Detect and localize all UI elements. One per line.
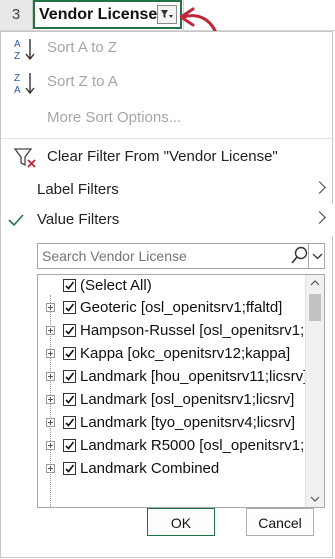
list-item-label: Landmark R5000 [osl_openitsrv1;lc bbox=[80, 437, 316, 454]
vendor-license-cell[interactable]: Vendor License bbox=[33, 0, 182, 29]
expand-icon[interactable] bbox=[46, 441, 55, 450]
list-item-label: Kappa [okc_openitsrv12;kappa] bbox=[80, 345, 291, 362]
expand-icon[interactable] bbox=[46, 464, 55, 473]
list-item[interactable]: Landmark [osl_openitsrv1;licsrv] bbox=[38, 389, 306, 412]
list-item-label: Landmark [osl_openitsrv1;licsrv] bbox=[80, 391, 295, 408]
clear-filter-item[interactable]: Clear Filter From "Vendor License" bbox=[1, 141, 334, 173]
list-item[interactable]: Geoteric [osl_openitsrv1;ffaltd] bbox=[38, 297, 306, 320]
menu-separator bbox=[1, 138, 334, 139]
row-number: 3 bbox=[0, 0, 33, 30]
sort-descending-icon: Z A bbox=[14, 73, 35, 96]
chevron-down-icon bbox=[312, 253, 323, 260]
chevron-right-icon bbox=[313, 181, 326, 194]
label-filters-label: Label Filters bbox=[37, 181, 119, 198]
expand-icon[interactable] bbox=[46, 326, 55, 335]
scrollbar-thumb[interactable] bbox=[309, 294, 321, 321]
sort-ascending-icon: A Z bbox=[14, 39, 35, 62]
chevron-right-icon bbox=[313, 211, 326, 224]
svg-text:A: A bbox=[14, 85, 21, 96]
filter-menu: A Z Sort A to Z Z A Sort Z to A More Sor… bbox=[0, 31, 334, 558]
list-item[interactable]: Kappa [okc_openitsrv12;kappa] bbox=[38, 343, 306, 366]
list-item-label: Landmark [hou_openitsrv11;licsrv] bbox=[80, 368, 308, 385]
sort-a-to-z-item[interactable]: A Z Sort A to Z bbox=[1, 32, 334, 64]
filter-icon bbox=[161, 10, 173, 18]
checkbox[interactable] bbox=[63, 462, 76, 475]
svg-text:Z: Z bbox=[14, 73, 20, 84]
checkmark-icon bbox=[8, 214, 24, 227]
checkbox[interactable] bbox=[63, 370, 76, 383]
value-filters-label: Value Filters bbox=[37, 211, 120, 228]
filter-dropdown-button[interactable] bbox=[157, 5, 177, 24]
expand-icon[interactable] bbox=[46, 303, 55, 312]
label-filters-item[interactable]: Label Filters bbox=[1, 174, 334, 206]
cancel-button[interactable]: Cancel bbox=[246, 508, 314, 536]
list-item-label: Landmark [tyo_openitsrv4;licsrv] bbox=[80, 414, 296, 431]
expand-icon[interactable] bbox=[46, 349, 55, 358]
svg-text:A: A bbox=[14, 39, 21, 50]
value-filters-item[interactable]: Value Filters bbox=[1, 204, 334, 236]
list-item[interactable]: Landmark Combined bbox=[38, 458, 306, 481]
clear-filter-icon bbox=[13, 148, 36, 168]
checkbox[interactable] bbox=[63, 301, 76, 314]
sort-a-to-z-label: Sort A to Z bbox=[47, 39, 118, 56]
search-icon[interactable] bbox=[291, 246, 309, 266]
list-item[interactable]: Landmark [hou_openitsrv11;licsrv] bbox=[38, 366, 308, 389]
checkbox[interactable] bbox=[63, 324, 76, 337]
list-item[interactable]: Landmark R5000 [osl_openitsrv1;lc bbox=[38, 435, 315, 458]
checkbox[interactable] bbox=[63, 416, 76, 429]
search-box[interactable] bbox=[37, 243, 325, 269]
list-item-label: Landmark Combined bbox=[80, 460, 220, 477]
expand-icon[interactable] bbox=[46, 395, 55, 404]
checkbox[interactable] bbox=[63, 347, 76, 360]
header-row: 3 Vendor License bbox=[0, 0, 335, 31]
expand-icon[interactable] bbox=[46, 372, 55, 381]
sort-z-to-a-item[interactable]: Z A Sort Z to A bbox=[1, 66, 334, 98]
vertical-scrollbar[interactable] bbox=[305, 275, 324, 507]
list-item[interactable]: Landmark [tyo_openitsrv4;licsrv] bbox=[38, 412, 306, 435]
clear-filter-label: Clear Filter From "Vendor License" bbox=[47, 148, 278, 165]
ok-button[interactable]: OK bbox=[147, 508, 215, 536]
scroll-down-icon[interactable] bbox=[306, 491, 324, 507]
svg-text:Z: Z bbox=[14, 51, 20, 62]
more-sort-options-item[interactable]: More Sort Options... bbox=[1, 102, 334, 134]
list-item-label: Hampson-Russel [osl_openitsrv1;h bbox=[80, 322, 313, 339]
checkbox[interactable] bbox=[63, 279, 76, 292]
more-sort-options-label: More Sort Options... bbox=[47, 109, 182, 126]
sort-z-to-a-label: Sort Z to A bbox=[47, 73, 118, 90]
expand-icon[interactable] bbox=[46, 418, 55, 427]
list-item[interactable]: (Select All) bbox=[38, 275, 306, 298]
search-input[interactable] bbox=[38, 244, 296, 268]
scroll-up-icon[interactable] bbox=[306, 275, 324, 291]
checkbox[interactable] bbox=[63, 439, 76, 452]
list-item-label: (Select All) bbox=[80, 277, 152, 294]
filter-values-list: (Select All) Geoteric [osl_openitsrv1;ff… bbox=[37, 274, 325, 508]
list-item[interactable]: Hampson-Russel [osl_openitsrv1;h bbox=[38, 320, 313, 343]
search-dropdown-button[interactable] bbox=[308, 244, 326, 268]
cell-label: Vendor License bbox=[39, 6, 158, 23]
list-item-label: Geoteric [osl_openitsrv1;ffaltd] bbox=[80, 299, 283, 316]
checkbox[interactable] bbox=[63, 393, 76, 406]
